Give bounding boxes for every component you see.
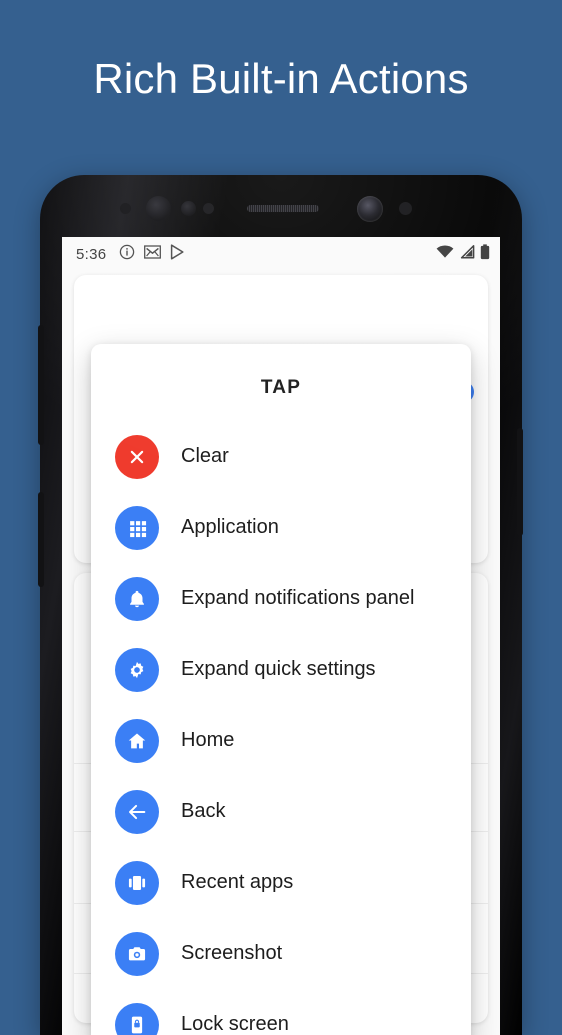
proximity-sensor-icon [120,203,131,214]
status-bar: 5:36 [62,237,500,271]
dialog-title: TAP [91,377,471,399]
camera-icon [115,932,159,976]
sensor-dot-icon [203,203,214,214]
tap-action-dialog: TAP Clear Application Expand notifications… [91,344,471,1035]
action-row[interactable]: Back [91,776,471,847]
volume-rocker-button[interactable] [38,325,44,445]
lock-screen-icon [115,1003,159,1035]
iris-scanner-icon [146,196,171,221]
action-label: Screenshot [181,942,282,965]
cellular-signal-icon [459,245,475,264]
gmail-icon [144,245,161,264]
play-store-icon [170,244,185,265]
bixby-button[interactable] [38,492,44,587]
light-sensor-icon [181,201,196,216]
front-camera [357,196,383,222]
action-row[interactable]: Screenshot [91,918,471,989]
gear-icon [115,648,159,692]
action-row[interactable]: Application [91,492,471,563]
recent-apps-icon [115,861,159,905]
wifi-icon [436,245,454,264]
action-label: Expand notifications panel [181,587,415,610]
action-label: Clear [181,445,229,468]
page-title: Rich Built-in Actions [0,54,562,104]
status-bar-clock: 5:36 [76,246,106,263]
action-row[interactable]: Clear [91,421,471,492]
info-icon [119,244,135,265]
action-row[interactable]: Home [91,705,471,776]
earpiece-speaker [247,205,319,212]
action-label: Lock screen [181,1013,289,1035]
apps-grid-icon [115,506,159,550]
action-label: Expand quick settings [181,658,376,681]
close-icon [115,435,159,479]
action-row[interactable]: Expand quick settings [91,634,471,705]
action-row[interactable]: Lock screen [91,989,471,1035]
power-button[interactable] [517,428,523,536]
status-bar-left-icons [119,244,185,265]
battery-icon [480,244,490,265]
arrow-left-icon [115,790,159,834]
status-bar-right-icons [436,244,490,265]
action-row[interactable]: Expand notifications panel [91,563,471,634]
action-label: Home [181,729,234,752]
phone-screen: 5:36 [62,237,500,1035]
bell-icon [115,577,159,621]
action-list: Clear Application Expand notifications pan… [91,421,471,1035]
phone-device: 5:36 [40,175,522,1035]
action-row[interactable]: Recent apps [91,847,471,918]
led-indicator-icon [399,202,412,215]
home-icon [115,719,159,763]
action-label: Application [181,516,279,539]
action-label: Back [181,800,225,823]
action-label: Recent apps [181,871,293,894]
